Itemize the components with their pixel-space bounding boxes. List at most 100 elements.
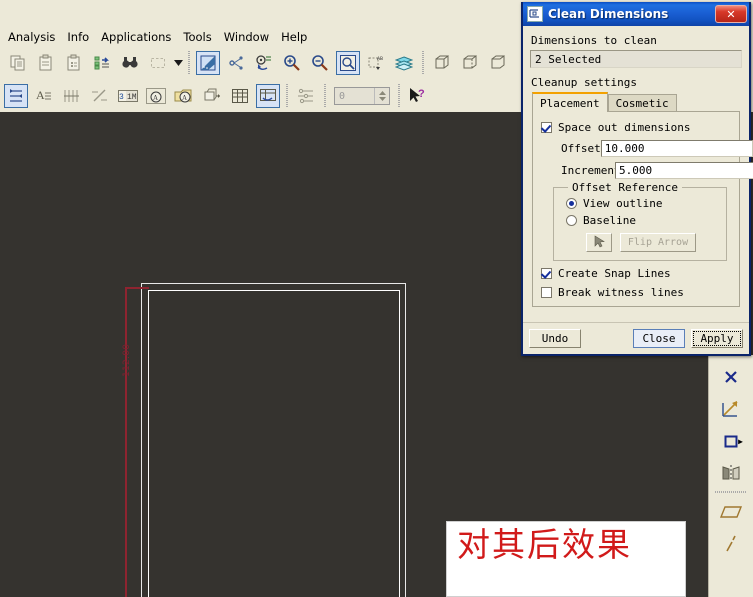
table-icon[interactable] <box>228 84 252 108</box>
annotate-view-icon[interactable]: A <box>144 84 168 108</box>
offset-label: Offset <box>561 142 601 155</box>
menu-item-info[interactable]: Info <box>61 29 95 45</box>
drawing-rectangle-inner <box>148 290 400 597</box>
draft-grid-icon[interactable] <box>200 84 224 108</box>
paste-special-icon[interactable] <box>62 51 86 75</box>
clean-dimensions-dialog: Clean Dimensions ✕ Dimensions to clean 2… <box>521 2 753 356</box>
toolbar-separator <box>286 84 288 108</box>
view-outline-label: View outline <box>583 197 663 210</box>
dialog-body: Dimensions to clean 2 Selected Cleanup s… <box>523 26 753 308</box>
baseline-radio-row[interactable]: Baseline <box>566 214 718 227</box>
offset-row: Offset <box>541 140 753 157</box>
stepper-arrows-icon[interactable] <box>374 88 389 104</box>
dim-arrange-icon[interactable] <box>60 84 84 108</box>
offset-input[interactable] <box>600 140 753 157</box>
dimensions-to-clean-label: Dimensions to clean <box>531 34 657 47</box>
menu-item-applications[interactable]: Applications <box>95 29 177 45</box>
display-wireframe-icon[interactable] <box>486 51 510 75</box>
zoom-out-icon[interactable] <box>308 51 332 75</box>
regenerate-icon[interactable] <box>90 51 114 75</box>
rectangle-icon[interactable]: ▶ <box>717 427 745 455</box>
baseline-label: Baseline <box>583 214 636 227</box>
svg-text:A: A <box>36 88 45 102</box>
dimension-line-icon[interactable] <box>717 395 745 423</box>
menu-label-applications: Applications <box>101 29 172 44</box>
annotation-note-text: 对其后效果 <box>457 525 632 564</box>
dimension-line-vertical[interactable] <box>125 287 127 597</box>
extension-line-top-left <box>125 287 149 289</box>
refit-icon[interactable] <box>336 50 360 75</box>
reorient-icon[interactable] <box>252 51 276 75</box>
saved-view-icon[interactable]: AB <box>364 51 388 75</box>
menu-item-help[interactable]: Help <box>275 29 313 45</box>
break-witness-lines-label: Break witness lines <box>558 286 684 299</box>
offset-reference-title: Offset Reference <box>568 181 682 194</box>
mirror-icon[interactable] <box>717 459 745 487</box>
pick-arrow-button[interactable] <box>586 233 612 252</box>
zoom-in-icon[interactable] <box>280 51 304 75</box>
increment-label: Increment <box>561 164 621 177</box>
flip-arrow-button[interactable]: Flip Arrow <box>620 233 696 252</box>
clean-dimensions-icon[interactable] <box>4 84 28 108</box>
svg-text:AB: AB <box>377 56 383 62</box>
undo-button[interactable]: Undo <box>529 329 581 348</box>
menu-item-window[interactable]: Window <box>218 29 275 45</box>
break-witness-lines-checkbox[interactable] <box>541 287 552 298</box>
quantity-stepper[interactable]: 0 <box>334 87 390 105</box>
flyout-caret-icon[interactable]: ▶ <box>738 437 743 446</box>
baseline-radio[interactable] <box>566 215 577 226</box>
selection-box-icon[interactable] <box>146 51 170 75</box>
tab-cosmetic[interactable]: Cosmetic <box>607 94 677 112</box>
switch-dim-icon[interactable]: 3 1M <box>116 84 140 108</box>
sheet-setup-icon[interactable] <box>294 84 318 108</box>
space-out-dimensions-checkbox-row[interactable]: Space out dimensions <box>541 121 731 134</box>
paste-icon[interactable] <box>34 51 58 75</box>
toolbar-separator <box>715 491 747 493</box>
view-outline-radio-row[interactable]: View outline <box>566 197 718 210</box>
increment-row: Increment <box>541 162 753 179</box>
annotation-note-box[interactable]: 对其后效果 <box>446 521 686 597</box>
tab-placement[interactable]: Placement <box>532 92 608 112</box>
find-icon[interactable] <box>118 51 142 75</box>
menu-label-tools: Tools <box>183 29 212 44</box>
display-hidden-icon[interactable] <box>458 51 482 75</box>
break-witness-lines-checkbox-row[interactable]: Break witness lines <box>541 286 731 299</box>
menu-label-window: Window <box>223 29 270 44</box>
parallelogram-icon[interactable] <box>717 498 745 526</box>
selected-dimensions-field[interactable]: 2 Selected <box>530 50 742 68</box>
create-snap-lines-label: Create Snap Lines <box>558 267 671 280</box>
layers-icon[interactable] <box>392 51 416 75</box>
copy-icon[interactable] <box>6 51 30 75</box>
view-outline-radio[interactable] <box>566 198 577 209</box>
selection-dropdown-caret-icon[interactable] <box>172 52 184 74</box>
spin-center-icon[interactable] <box>224 51 248 75</box>
tolerance-icon[interactable] <box>88 84 112 108</box>
menu-label-help: Help <box>281 29 308 44</box>
text-style-icon[interactable]: A <box>32 84 56 108</box>
create-snap-lines-checkbox[interactable] <box>541 268 552 279</box>
close-icon[interactable]: ✕ <box>715 5 747 23</box>
sketcher-toolbar: ▶ <box>708 355 753 597</box>
menu-label-analysis: Analysis <box>8 29 56 44</box>
help-pointer-icon[interactable]: ? <box>406 84 430 108</box>
settings-tabstrip: Placement Cosmetic <box>532 92 742 112</box>
svg-text:A: A <box>182 94 187 102</box>
snap-point-icon[interactable] <box>717 363 745 391</box>
repaint-icon[interactable] <box>196 50 220 75</box>
cleanup-settings-label: Cleanup settings <box>531 76 637 89</box>
create-snap-lines-checkbox-row[interactable]: Create Snap Lines <box>541 267 731 280</box>
dialog-title-bar[interactable]: Clean Dimensions ✕ <box>523 2 749 26</box>
svg-text:3: 3 <box>119 93 124 102</box>
menu-item-analysis[interactable]: Analysis <box>2 29 61 45</box>
menu-item-tools[interactable]: Tools <box>177 29 217 45</box>
increment-input[interactable] <box>615 162 753 179</box>
svg-text:A: A <box>153 94 158 102</box>
space-out-dimensions-checkbox[interactable] <box>541 122 552 133</box>
dimension-value-vertical[interactable]: 112.00 <box>122 344 132 377</box>
note-icon[interactable]: A <box>172 84 196 108</box>
centerline-icon[interactable] <box>717 530 745 558</box>
table-update-icon[interactable] <box>256 84 280 108</box>
apply-button[interactable]: Apply <box>691 329 743 348</box>
display-shaded-icon[interactable] <box>430 51 454 75</box>
close-button[interactable]: Close <box>633 329 685 348</box>
